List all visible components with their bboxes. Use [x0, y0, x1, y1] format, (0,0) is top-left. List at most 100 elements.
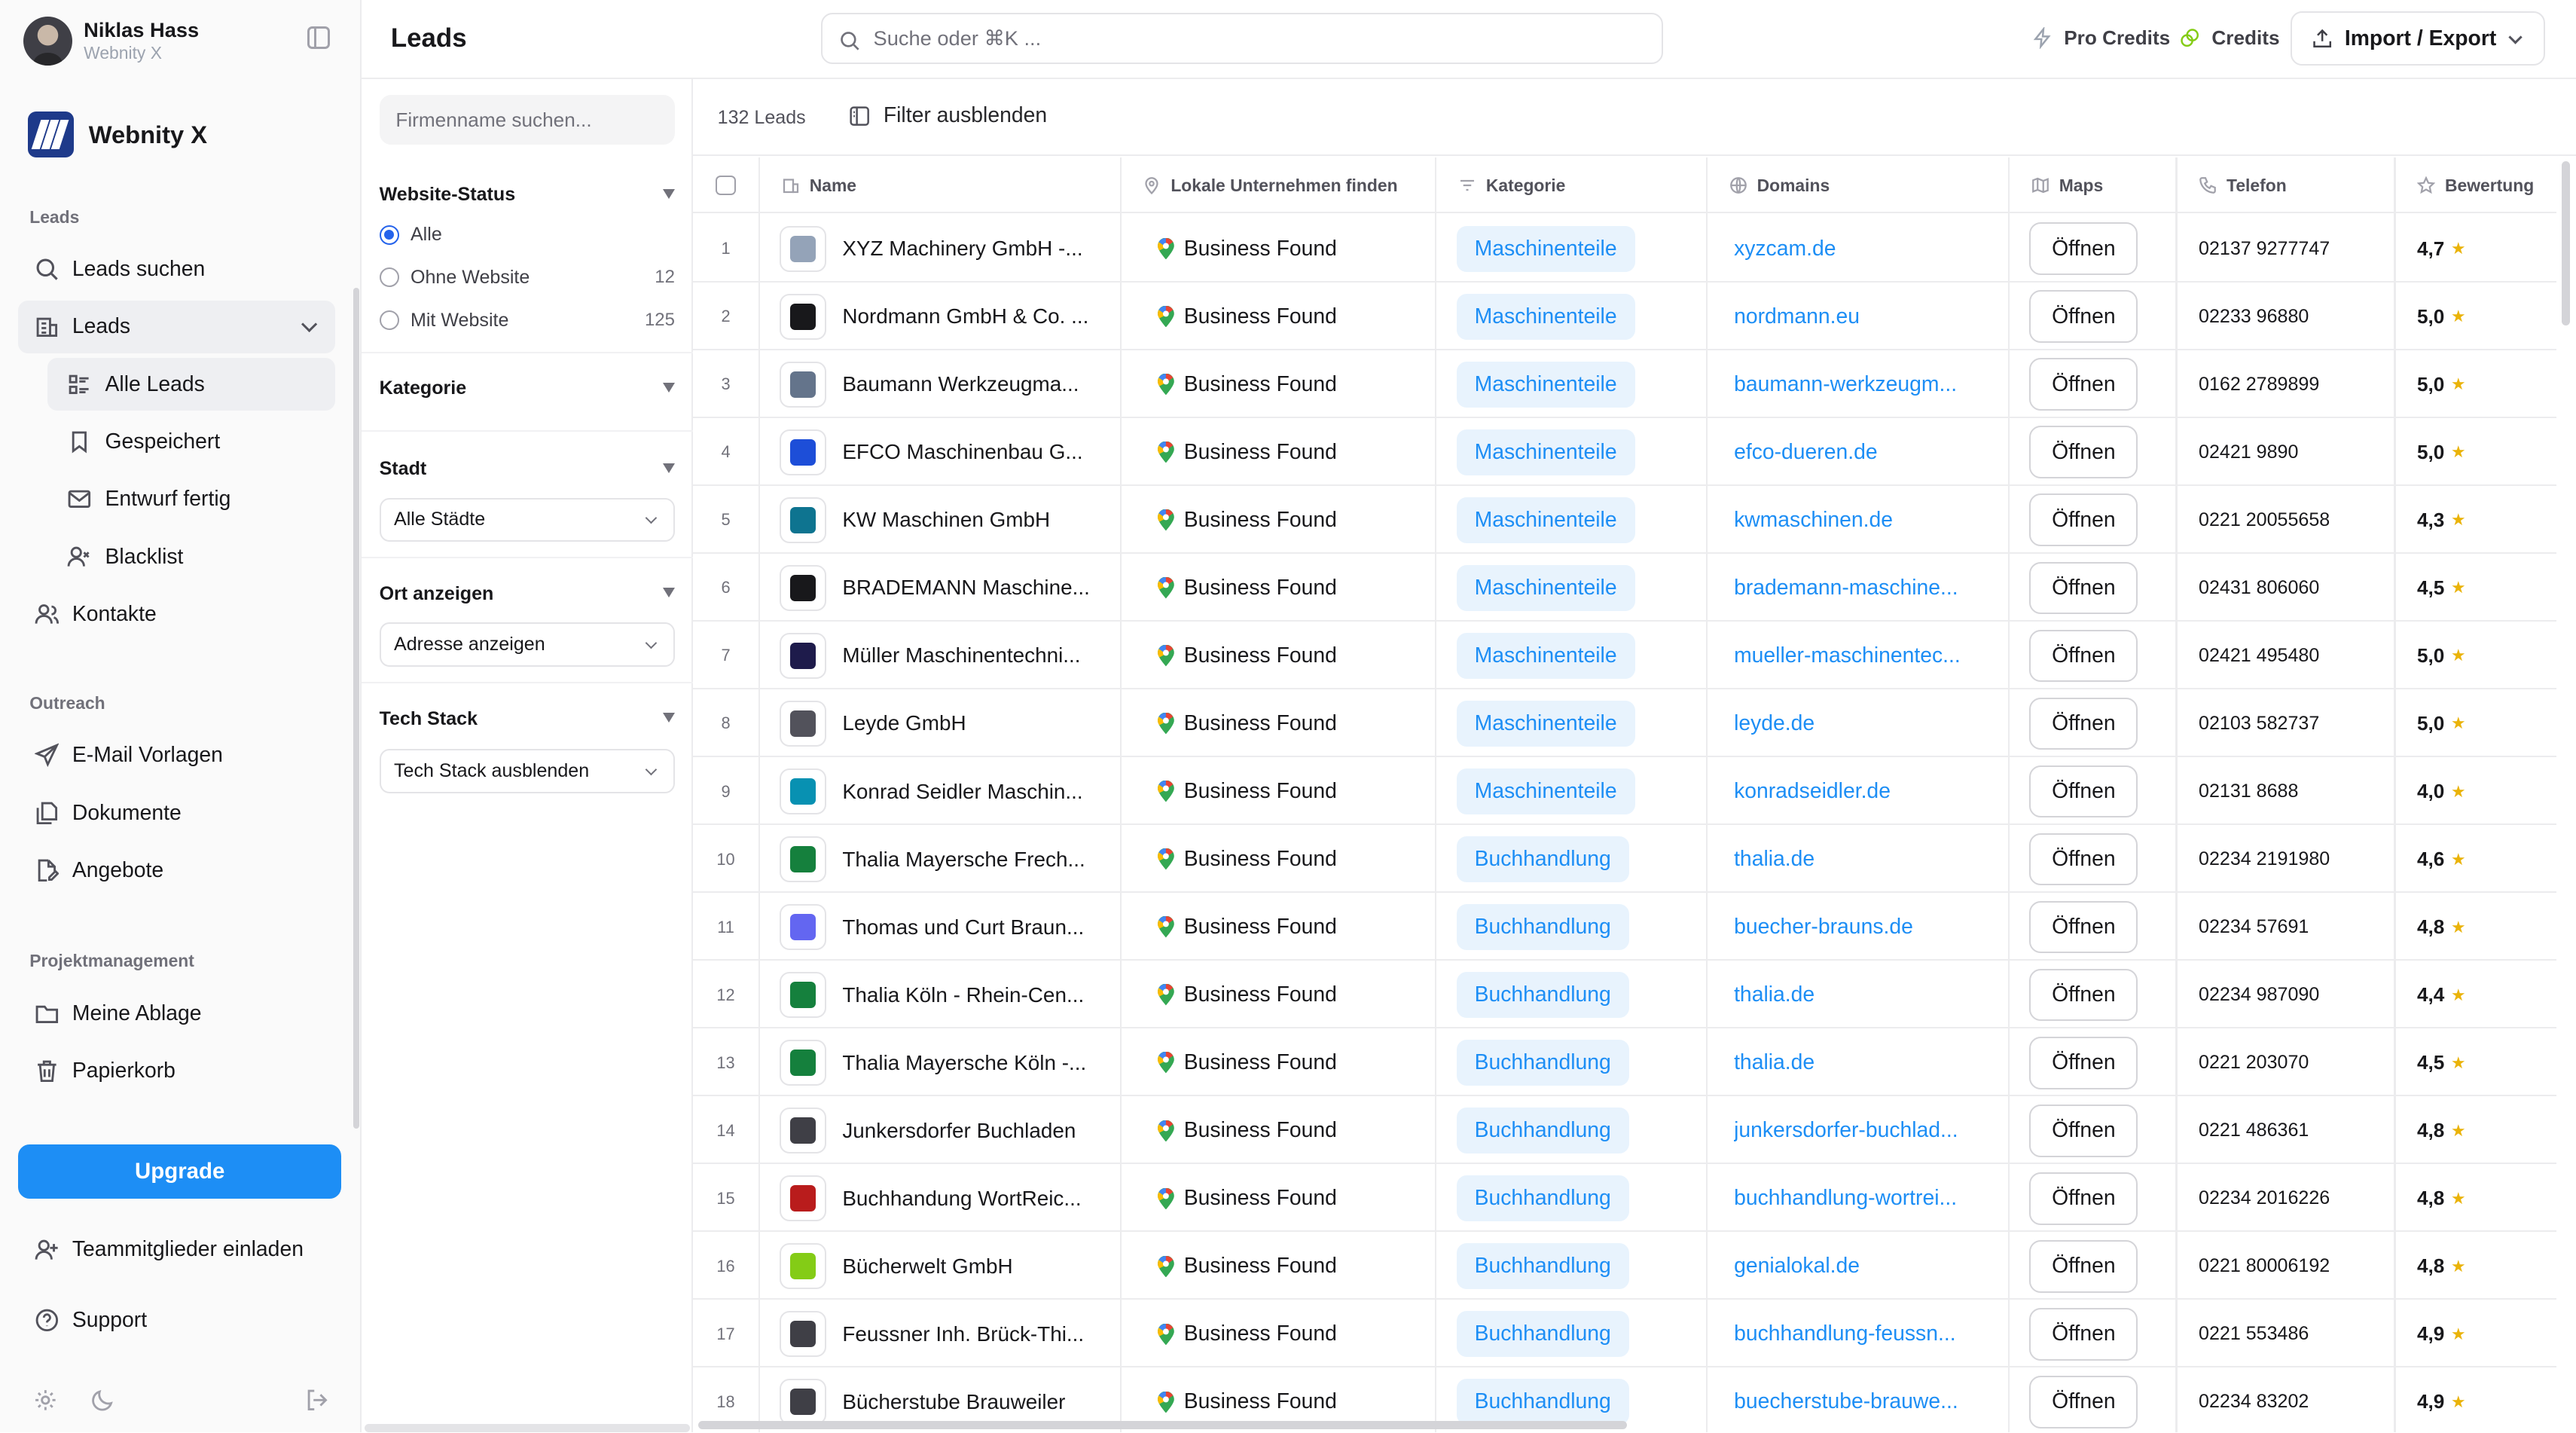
table-row[interactable]: 5 KW Maschinen GmbH Business Found Maschine…	[692, 487, 2557, 555]
tech-stack-select[interactable]: Tech Stack ausblenden	[379, 749, 675, 793]
moon-icon[interactable]	[90, 1388, 115, 1413]
filter-tech-stack[interactable]: Tech Stack	[380, 708, 675, 730]
open-maps-button[interactable]: Öffnen	[2029, 1239, 2138, 1293]
category-badge[interactable]: Buchhandlung	[1456, 1311, 1629, 1358]
category-badge[interactable]: Buchhandlung	[1456, 1243, 1629, 1290]
filter-ort-anzeigen[interactable]: Ort anzeigen	[380, 583, 675, 605]
company-name-cell[interactable]: BRADEMANN Maschine...	[780, 555, 1108, 622]
category-badge[interactable]: Maschinenteile	[1456, 700, 1635, 747]
sidebar-item-dokumente[interactable]: Dokumente	[18, 787, 335, 839]
table-horizontal-scrollbar[interactable]	[697, 1420, 1628, 1429]
open-maps-button[interactable]: Öffnen	[2029, 290, 2138, 344]
user-profile[interactable]: Niklas Hass Webnity X	[23, 13, 199, 69]
global-search[interactable]	[820, 13, 1664, 65]
sidebar-item-email-vorlagen[interactable]: E-Mail Vorlagen	[18, 729, 335, 782]
open-maps-button[interactable]: Öffnen	[2029, 765, 2138, 818]
table-row[interactable]: 17 Feussner Inh. Brück-Thi... Business Fou…	[692, 1300, 2557, 1368]
category-badge[interactable]: Maschinenteile	[1456, 361, 1635, 408]
filter-website-status[interactable]: Website-Status	[380, 184, 675, 206]
company-name-cell[interactable]: Baumann Werkzeugma...	[780, 351, 1108, 418]
domain-link[interactable]: buchhandlung-feussn...	[1734, 1321, 1956, 1346]
column-header-kategorie[interactable]: Kategorie	[1458, 157, 1565, 213]
company-name-cell[interactable]: Konrad Seidler Maschin...	[780, 758, 1108, 825]
domain-link[interactable]: junkersdorfer-buchlad...	[1734, 1118, 1958, 1143]
hide-filter-button[interactable]: Filter ausblenden	[849, 103, 1047, 128]
select-all-checkbox[interactable]	[716, 176, 736, 196]
phone-number[interactable]: 0221 20055658	[2199, 509, 2330, 531]
domain-link[interactable]: kwmaschinen.de	[1734, 508, 1893, 533]
phone-number[interactable]: 02421 9890	[2199, 442, 2298, 463]
table-row[interactable]: 7 Müller Maschinentechni... Business Found…	[692, 622, 2557, 690]
sidebar-item-blacklist[interactable]: Blacklist	[47, 530, 335, 583]
credits-button[interactable]: Credits	[2179, 26, 2280, 50]
table-row[interactable]: 6 BRADEMANN Maschine... Business Found Masc…	[692, 555, 2557, 622]
sidebar-item-kontakte[interactable]: Kontakte	[18, 588, 335, 640]
open-maps-button[interactable]: Öffnen	[2029, 222, 2138, 276]
domain-link[interactable]: nordmann.eu	[1734, 304, 1860, 329]
sidebar-item-alle-leads[interactable]: Alle Leads	[47, 358, 335, 411]
open-maps-button[interactable]: Öffnen	[2029, 1104, 2138, 1157]
domain-link[interactable]: buecherstube-brauwe...	[1734, 1389, 1958, 1414]
company-name-cell[interactable]: EFCO Maschinenbau G...	[780, 419, 1108, 486]
open-maps-button[interactable]: Öffnen	[2029, 426, 2138, 479]
category-badge[interactable]: Buchhandlung	[1456, 1175, 1629, 1222]
domain-link[interactable]: buecher-brauns.de	[1734, 915, 1913, 940]
phone-number[interactable]: 02234 83202	[2199, 1391, 2309, 1413]
company-name-cell[interactable]: Müller Maschinentechni...	[780, 622, 1108, 689]
open-maps-button[interactable]: Öffnen	[2029, 1036, 2138, 1089]
company-name-cell[interactable]: Thalia Köln - Rhein-Cen...	[780, 961, 1108, 1028]
category-badge[interactable]: Buchhandlung	[1456, 1040, 1629, 1086]
domain-link[interactable]: mueller-maschinentec...	[1734, 643, 1961, 668]
table-row[interactable]: 12 Thalia Köln - Rhein-Cen... Business Fou…	[692, 961, 2557, 1029]
company-name-cell[interactable]: KW Maschinen GmbH	[780, 487, 1108, 554]
sidebar-item-papierkorb[interactable]: Papierkorb	[18, 1044, 335, 1097]
open-maps-button[interactable]: Öffnen	[2029, 900, 2138, 954]
table-row[interactable]: 10 Thalia Mayersche Frech... Business Foun…	[692, 826, 2557, 894]
domain-link[interactable]: xyzcam.de	[1734, 237, 1836, 261]
filter-kategorie[interactable]: Kategorie	[380, 377, 675, 399]
table-row[interactable]: 13 Thalia Mayersche Köln -... Business Fou…	[692, 1029, 2557, 1097]
domain-link[interactable]: genialokal.de	[1734, 1254, 1860, 1279]
sidebar-item-leads-suchen[interactable]: Leads suchen	[18, 243, 335, 296]
radio-ohne-website[interactable]: Ohne Website 12	[379, 263, 675, 292]
domain-link[interactable]: thalia.de	[1734, 982, 1814, 1007]
table-row[interactable]: 4 EFCO Maschinenbau G... Business Found Mas…	[692, 419, 2557, 487]
open-maps-button[interactable]: Öffnen	[2029, 1307, 2138, 1361]
filter-horizontal-scrollbar[interactable]	[364, 1424, 690, 1432]
phone-number[interactable]: 02137 9277747	[2199, 238, 2330, 260]
phone-number[interactable]: 0162 2789899	[2199, 374, 2319, 396]
company-search-input[interactable]	[379, 95, 675, 145]
table-row[interactable]: 15 Buchhandung WortReic... Business Found B…	[692, 1165, 2557, 1233]
pro-credits-button[interactable]: Pro Credits	[2031, 26, 2170, 50]
table-row[interactable]: 14 Junkersdorfer Buchladen Business Found B…	[692, 1097, 2557, 1165]
table-row[interactable]: 8 Leyde GmbH Business Found Maschinenteile l…	[692, 690, 2557, 758]
table-row[interactable]: 9 Konrad Seidler Maschin... Business Found…	[692, 758, 2557, 826]
phone-number[interactable]: 0221 203070	[2199, 1052, 2309, 1074]
open-maps-button[interactable]: Öffnen	[2029, 561, 2138, 615]
category-badge[interactable]: Buchhandlung	[1456, 1379, 1629, 1425]
select-all-cell[interactable]	[716, 157, 749, 213]
phone-number[interactable]: 02234 2191980	[2199, 848, 2330, 870]
category-badge[interactable]: Maschinenteile	[1456, 293, 1635, 340]
sidebar-item-meine-ablage[interactable]: Meine Ablage	[18, 987, 335, 1040]
category-badge[interactable]: Buchhandlung	[1456, 972, 1629, 1019]
table-vertical-scrollbar[interactable]	[2561, 160, 2570, 325]
open-maps-button[interactable]: Öffnen	[2029, 833, 2138, 886]
column-header-telefon[interactable]: Telefon	[2199, 157, 2287, 213]
table-row[interactable]: 3 Baumann Werkzeugma... Business Found Masc…	[692, 351, 2557, 418]
support-button[interactable]: Support	[18, 1294, 335, 1347]
phone-number[interactable]: 02234 2016226	[2199, 1187, 2330, 1209]
sidebar-item-gespeichert[interactable]: Gespeichert	[47, 416, 335, 469]
phone-number[interactable]: 02103 582737	[2199, 713, 2319, 735]
phone-number[interactable]: 0221 486361	[2199, 1120, 2309, 1141]
table-row[interactable]: 1 XYZ Machinery GmbH -... Business Found Ma…	[692, 215, 2557, 283]
table-row[interactable]: 11 Thomas und Curt Braun... Business Found…	[692, 894, 2557, 961]
open-maps-button[interactable]: Öffnen	[2029, 629, 2138, 683]
company-name-cell[interactable]: Feussner Inh. Brück-Thi...	[780, 1300, 1108, 1367]
open-maps-button[interactable]: Öffnen	[2029, 697, 2138, 750]
category-badge[interactable]: Maschinenteile	[1456, 564, 1635, 611]
phone-number[interactable]: 02431 806060	[2199, 577, 2319, 599]
sidebar-scrollbar[interactable]	[353, 287, 360, 1129]
column-header-domains[interactable]: Domains	[1729, 157, 1830, 213]
phone-number[interactable]: 02233 96880	[2199, 306, 2309, 328]
